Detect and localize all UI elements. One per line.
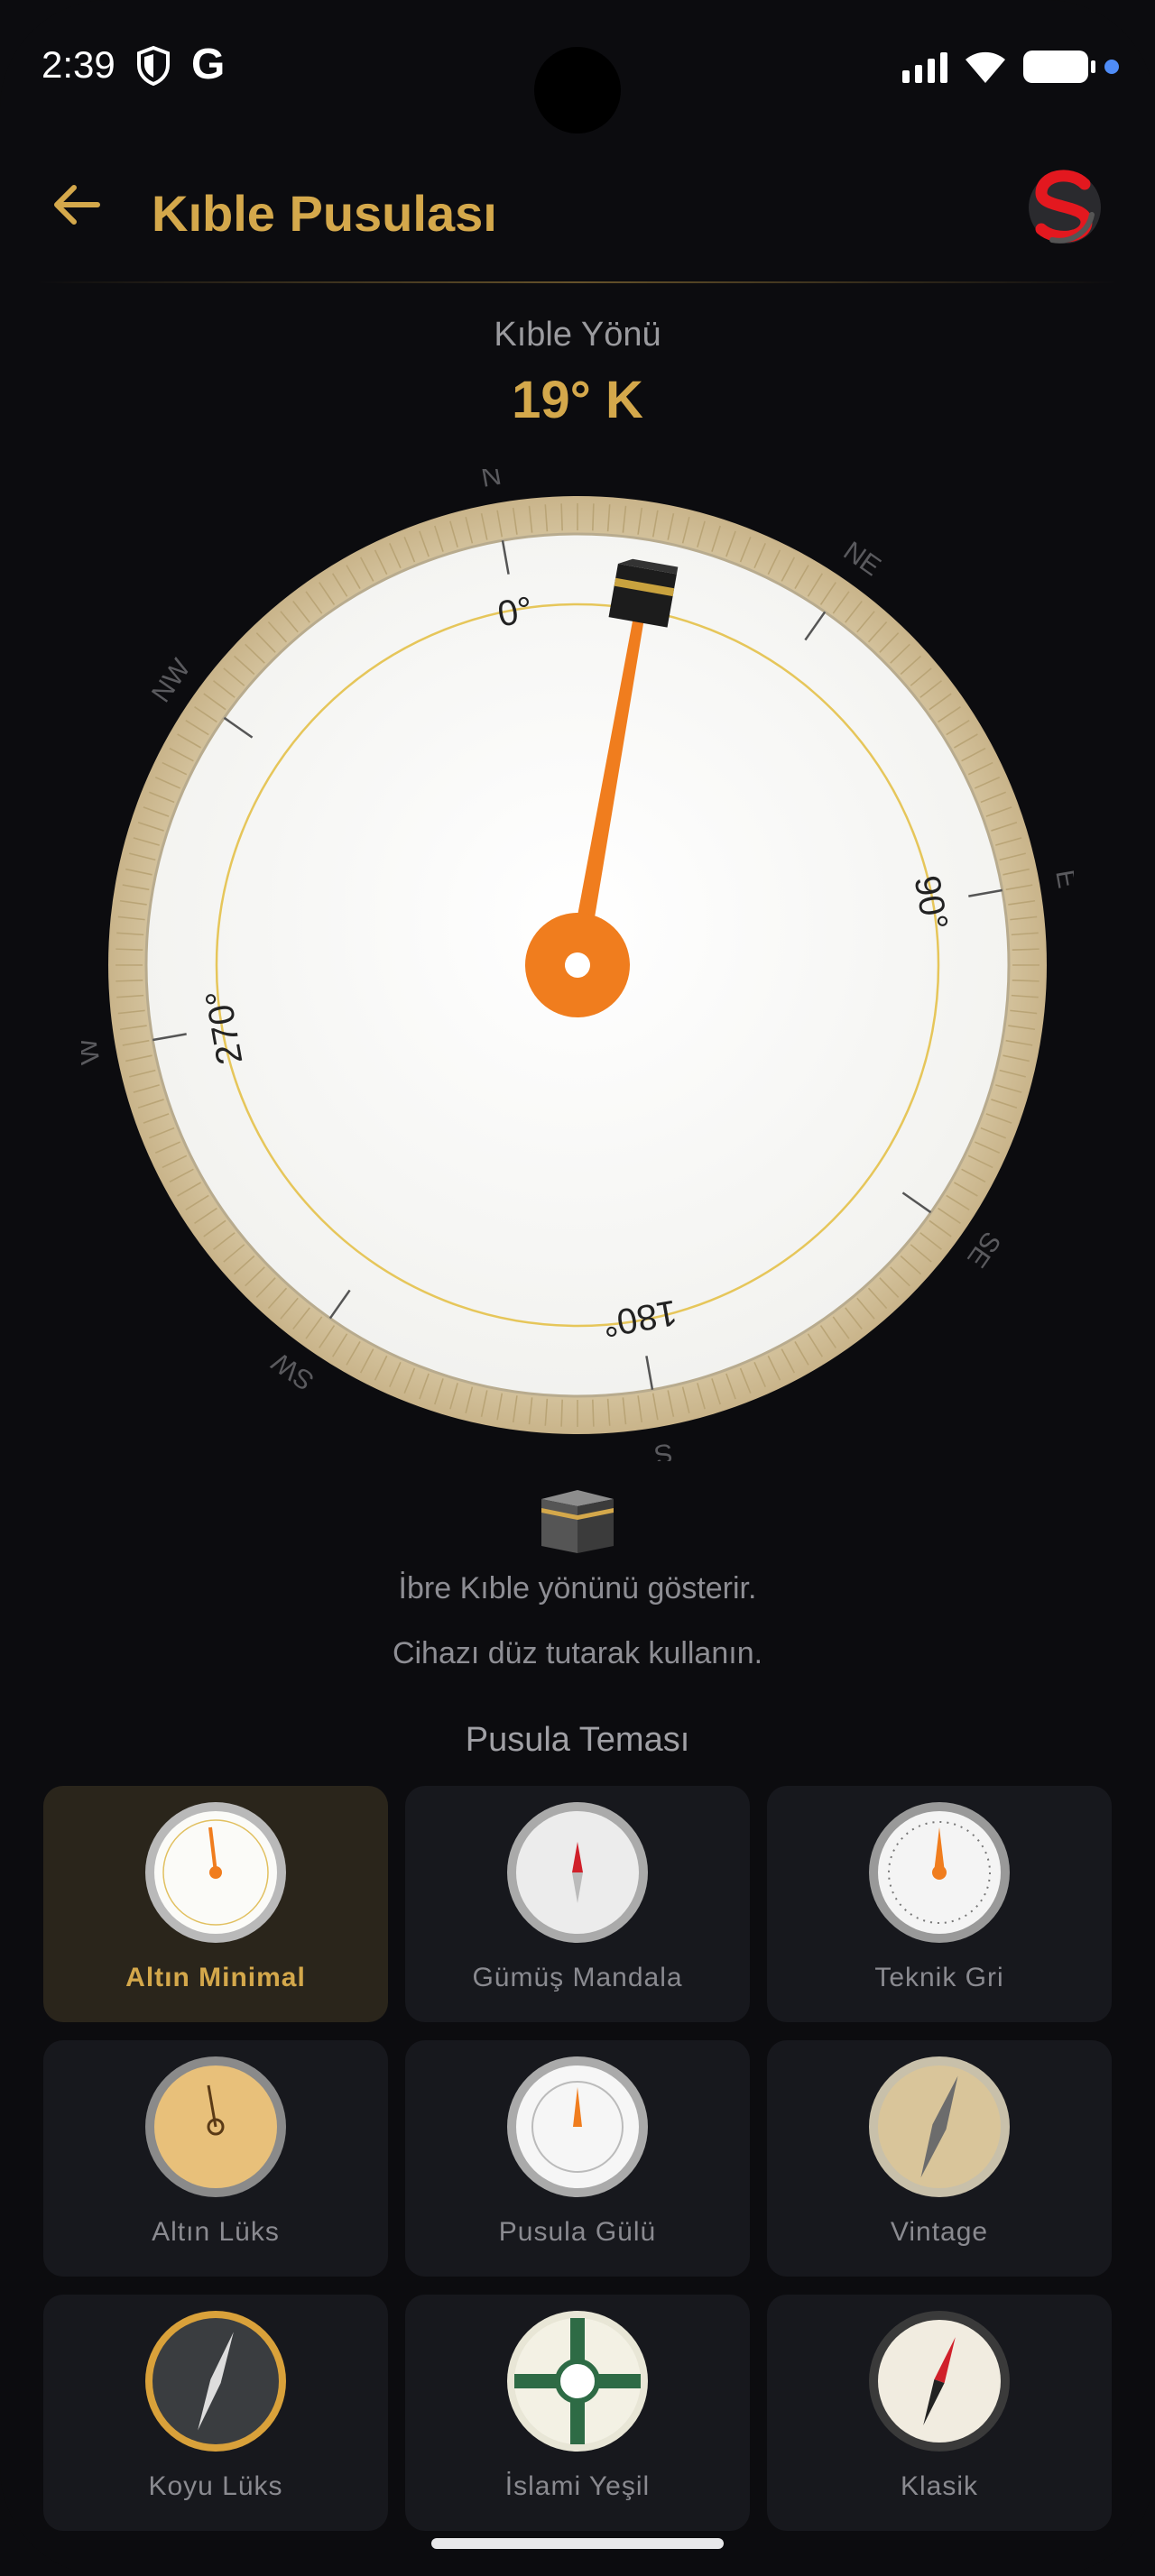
gumus-mandala-compass-icon [507,1802,648,1943]
theme-label: Vintage [890,2217,989,2247]
kaaba-icon [541,1490,614,1553]
bezel-tick [592,1399,595,1427]
theme-label: Pusula Gülü [498,2217,657,2247]
theme-card-altin-minimal[interactable]: Altın Minimal [43,1786,388,2022]
theme-card-islami-yesil[interactable]: İslami Yeşil [405,2295,750,2531]
theme-label: Teknik Gri [874,1963,1004,1992]
bezel-tick [1012,948,1040,951]
direction-label: NE [838,536,886,582]
app-bar: Kıble Pusulası [0,153,1155,262]
notification-dot [1104,60,1119,74]
theme-label: Klasik [900,2471,979,2501]
direction-label: SW [266,1346,319,1395]
bezel-tick [116,948,143,951]
altin-luks-compass-icon [145,2056,286,2197]
islami-yesil-compass-icon [507,2311,648,2452]
klasik-compass-icon [869,2311,1010,2452]
signal-icon [902,51,947,83]
direction-label: NW [146,653,197,707]
qibla-direction-label: Kıble Yönü [494,316,661,354]
page-title: Kıble Pusulası [152,185,497,242]
bezel-tick [592,503,595,531]
theme-section-title: Pusula Teması [465,1721,690,1759]
bezel-tick [560,503,563,531]
bezel-tick [1012,980,1040,982]
theme-grid: Altın Minimal Gümüş Mandala Teknik Gri A… [43,1786,1112,2531]
bezel-tick [560,1399,563,1427]
status-icons [902,49,1119,85]
google-icon: G [191,41,226,88]
theme-card-pusula-gulu[interactable]: Pusula Gülü [405,2040,750,2277]
hint-text: Cihazı düz tutarak kullanın. [392,1636,763,1670]
theme-label: Koyu Lüks [148,2471,283,2501]
vintage-compass-icon [869,2056,1010,2197]
theme-card-klasik[interactable]: Klasik [767,2295,1112,2531]
koyu-luks-compass-icon [145,2311,286,2452]
theme-label: İslami Yeşil [504,2471,651,2501]
theme-label: Altın Minimal [125,1963,306,1992]
direction-label: S [652,1437,675,1461]
shield-icon [137,45,170,87]
app-screen: 2:39 G Kıble Pusulası Kıble Yönü 19° K 0… [0,0,1155,2576]
qibla-direction-value: 19° K [512,371,643,429]
home-indicator[interactable] [431,2538,724,2549]
theme-card-vintage[interactable]: Vintage [767,2040,1112,2277]
direction-label: SE [961,1226,1006,1273]
status-time: 2:39 [42,43,116,86]
theme-card-teknik-gri[interactable]: Teknik Gri [767,1786,1112,2022]
theme-label: Gümüş Mandala [472,1963,683,1992]
direction-label: E [1049,868,1074,890]
header-divider [36,281,1119,283]
hint-text: İbre Kıble yönünü gösterir. [398,1571,757,1605]
app-logo-icon[interactable] [1020,161,1110,251]
degree-label: 0° [494,590,535,635]
teknik-gri-compass-icon [869,1802,1010,1943]
altin-minimal-compass-icon [145,1802,286,1943]
kaaba-icon [608,558,679,628]
battery-icon [1023,51,1095,83]
pusula-gulu-compass-icon [507,2056,648,2197]
front-camera [534,47,621,133]
direction-label: W [81,1035,106,1066]
direction-label: N [479,469,504,493]
qibla-compass: 0°90°180°270° NNEESESSWWNW [81,469,1074,1461]
theme-card-koyu-luks[interactable]: Koyu Lüks [43,2295,388,2531]
theme-card-altin-luks[interactable]: Altın Lüks [43,2040,388,2277]
wifi-icon [966,51,1005,83]
bezel-tick [116,980,143,982]
theme-label: Altın Lüks [152,2217,280,2247]
back-arrow-icon[interactable] [45,173,108,236]
theme-card-gumus-mandala[interactable]: Gümüş Mandala [405,1786,750,2022]
